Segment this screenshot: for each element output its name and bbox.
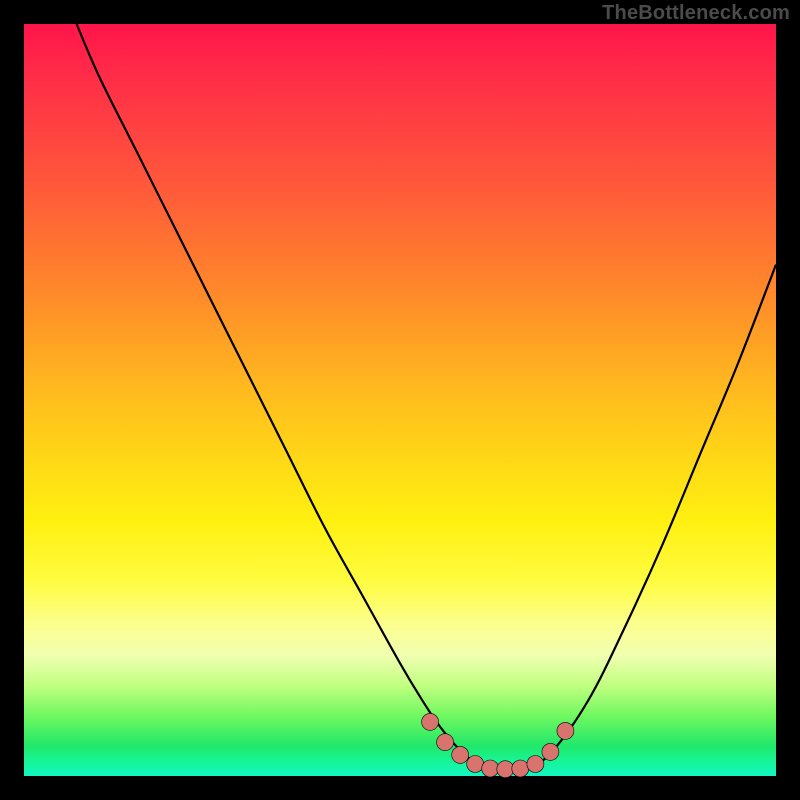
optimal-band-markers: [422, 713, 574, 777]
marker-dot: [527, 756, 544, 773]
marker-dot: [482, 760, 499, 777]
curve-layer: [24, 24, 776, 776]
marker-dot: [497, 761, 514, 778]
marker-dot: [542, 743, 559, 760]
marker-dot: [437, 734, 454, 751]
marker-dot: [467, 756, 484, 773]
marker-dot: [557, 722, 574, 739]
watermark-text: TheBottleneck.com: [602, 2, 790, 25]
bottleneck-curve: [77, 24, 776, 770]
marker-dot: [422, 713, 439, 730]
marker-dot: [512, 760, 529, 777]
marker-dot: [452, 746, 469, 763]
